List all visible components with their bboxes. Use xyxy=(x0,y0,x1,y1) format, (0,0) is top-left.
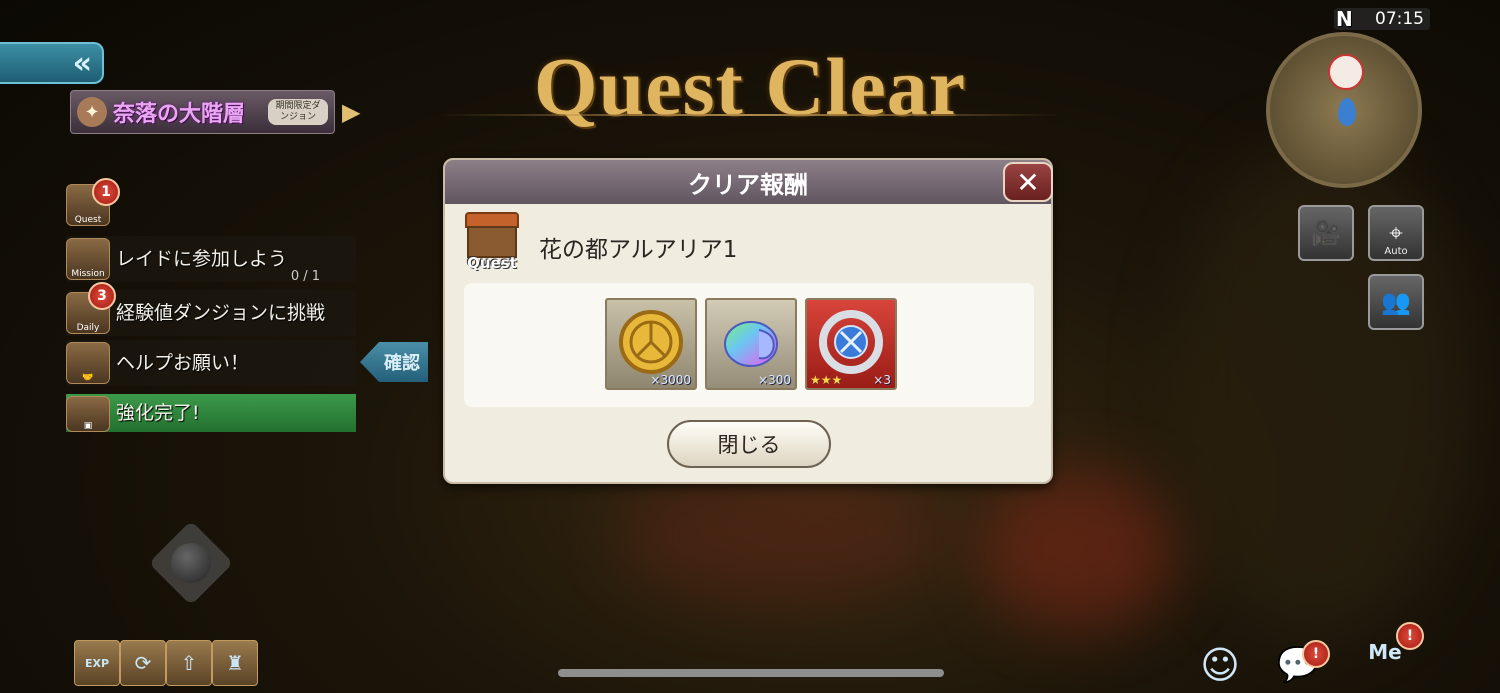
mission-icon-label: Mission xyxy=(71,269,105,279)
reward-rarity-stars: ★★★ xyxy=(810,373,843,387)
location-pin-icon xyxy=(1338,98,1356,126)
quest-menu-item[interactable]: Quest 1 xyxy=(66,178,126,228)
help-row[interactable]: 🤝 ヘルプお願い！ xyxy=(66,340,356,386)
rotate-skill-button[interactable]: ⟳ xyxy=(120,640,166,686)
joystick-knob[interactable] xyxy=(171,543,211,583)
alert-badge-icon: ! xyxy=(1302,640,1330,668)
notification-badge: 3 xyxy=(88,282,116,310)
home-indicator[interactable] xyxy=(558,669,944,677)
title-divider xyxy=(440,114,1060,116)
reward-item-gold[interactable]: ×3000 xyxy=(605,298,697,390)
mission-progress: 0 / 1 xyxy=(290,269,320,284)
dungeon-emblem-icon: ✦ xyxy=(77,97,107,127)
upgrade-skill-button[interactable]: ⇧ xyxy=(166,640,212,686)
auto-target-icon: ⌖ xyxy=(1389,219,1403,247)
daily-text: 経験値ダンジョンに挑戦 xyxy=(116,302,326,324)
treasure-skill-button[interactable]: ♜ xyxy=(212,640,258,686)
mission-row[interactable]: Mission レイドに参加しよう 0 / 1 xyxy=(66,236,356,284)
quest-shop-icon: Quest xyxy=(461,212,523,272)
exp-boost-icon: EXP xyxy=(84,656,110,670)
dialog-title: クリア報酬 xyxy=(688,170,808,199)
limited-time-tag: 期間限定ダンジョン xyxy=(268,99,328,125)
daily-row[interactable]: Daily 3 経験値ダンジョンに挑戦 xyxy=(66,282,356,336)
treasure-chest-icon: ▣ xyxy=(66,396,110,432)
background-glow xyxy=(620,470,940,600)
clear-reward-dialog: クリア報酬 ✕ Quest 花の都アルアリア1 ×3000 ×300 ★★★ ×… xyxy=(443,158,1053,484)
quest-icon-label: Quest xyxy=(467,254,517,272)
alert-badge-icon: ! xyxy=(1396,622,1424,650)
camera-button[interactable]: 🎥 xyxy=(1298,205,1354,261)
reward-panel: ×3000 ×300 ★★★ ×3 xyxy=(464,283,1034,407)
reward-quantity: ×3 xyxy=(873,373,891,387)
auto-label: Auto xyxy=(1384,246,1408,257)
rotate-icon: ⟳ xyxy=(134,651,152,675)
enhance-text: 強化完了! xyxy=(116,402,200,424)
help-text: ヘルプお願い！ xyxy=(116,352,250,374)
party-icon: 👥 xyxy=(1381,288,1411,316)
chat-character-icon[interactable]: ☺ xyxy=(1190,640,1250,690)
video-camera-icon: 🎥 xyxy=(1311,219,1341,247)
reward-item-slime[interactable]: ×300 xyxy=(705,298,797,390)
dpad-joystick[interactable] xyxy=(148,520,234,606)
reward-item-gem[interactable]: ★★★ ×3 xyxy=(805,298,897,390)
exp-boost-button[interactable]: EXP xyxy=(74,640,120,686)
reward-quantity: ×300 xyxy=(758,373,791,387)
dungeon-name: 奈落の大階層 xyxy=(113,102,246,127)
auto-button[interactable]: ⌖ Auto xyxy=(1368,205,1424,261)
player-marker-icon xyxy=(1328,54,1364,90)
enhance-complete-row[interactable]: ▣ 強化完了! xyxy=(66,394,356,432)
collapse-menu-button[interactable]: « xyxy=(0,42,104,84)
confirm-button[interactable]: 確認 xyxy=(360,342,428,382)
chevron-right-icon[interactable]: ▶ xyxy=(342,98,360,126)
quest-name: 花の都アルアリア1 xyxy=(539,237,738,263)
quest-icon-label: Quest xyxy=(74,215,102,225)
notification-badge: 1 xyxy=(92,178,120,206)
close-button[interactable]: 閉じる xyxy=(667,420,831,468)
dialog-header: クリア報酬 xyxy=(445,160,1051,204)
handshake-icon: 🤝 xyxy=(66,342,110,384)
compass-north-label: N xyxy=(1336,7,1353,31)
mission-icon: Mission xyxy=(66,238,110,280)
close-icon-button[interactable]: ✕ xyxy=(1003,162,1053,202)
upgrade-icon: ⇧ xyxy=(180,651,198,675)
mission-text: レイドに参加しよう xyxy=(116,248,288,270)
minimap[interactable] xyxy=(1266,32,1422,188)
background-glow xyxy=(980,470,1180,630)
daily-icon-label: Daily xyxy=(76,323,100,333)
me-label: Me xyxy=(1368,640,1402,664)
party-button[interactable]: 👥 xyxy=(1368,274,1424,330)
dungeon-banner[interactable]: ✦ 奈落の大階層 期間限定ダンジョン xyxy=(70,90,335,134)
treasure-icon: ♜ xyxy=(226,651,244,675)
reward-quantity: ×3000 xyxy=(650,373,691,387)
